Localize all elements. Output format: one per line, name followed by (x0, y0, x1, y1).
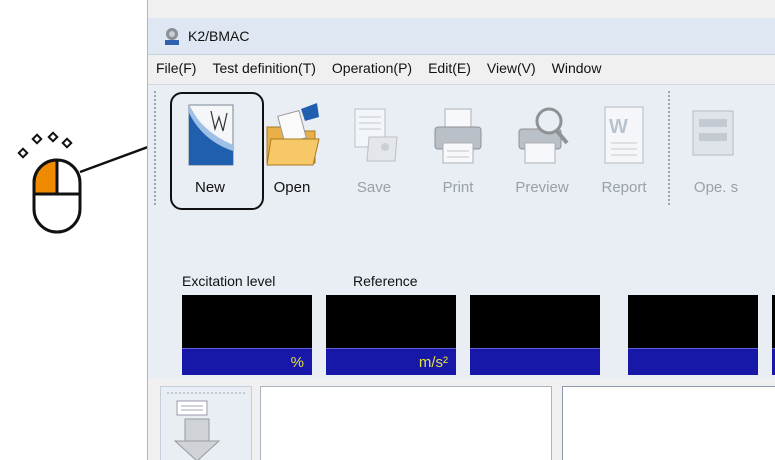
window-title: K2/BMAC (188, 28, 250, 44)
meter-3 (470, 295, 600, 375)
toolbar-grip[interactable] (668, 91, 674, 205)
svg-text:W: W (609, 116, 628, 138)
print-preview-icon (518, 107, 569, 164)
operation-icon (692, 110, 734, 156)
meter-unit-bar (470, 348, 600, 375)
report-button[interactable]: W Report (592, 95, 656, 207)
preview-button[interactable]: Preview (510, 95, 574, 207)
meter-panel: Excitation level Reference % m/s² (148, 211, 775, 378)
download-arrow-icon[interactable] (161, 387, 251, 460)
menu-window[interactable]: Window (544, 60, 610, 76)
word-report-icon: W (604, 106, 644, 164)
excitation-level-label: Excitation level (182, 273, 276, 289)
app-window: K2/BMAC File(F) Test definition(T) Opera… (147, 0, 775, 460)
ope-button[interactable]: Ope. s (684, 95, 748, 207)
title-bar: K2/BMAC (148, 18, 775, 55)
right-pane[interactable] (562, 386, 775, 460)
reference-label: Reference (353, 273, 418, 289)
meter-unit-ms2: m/s² (418, 354, 448, 371)
workspace (148, 378, 775, 460)
open-button[interactable]: Open (260, 95, 324, 207)
new-button-highlight (170, 92, 264, 210)
print-button[interactable]: Print (426, 95, 490, 207)
meter-4 (628, 295, 758, 375)
meter-unit-percent: % (290, 354, 304, 371)
menu-edit[interactable]: Edit(E) (420, 60, 479, 76)
report-button-label: Report (601, 179, 647, 196)
open-folder-icon (266, 103, 320, 166)
save-button[interactable]: Save (342, 95, 406, 207)
menu-bar: File(F) Test definition(T) Operation(P) … (148, 55, 775, 81)
menu-view[interactable]: View(V) (479, 60, 544, 76)
open-button-label: Open (273, 179, 311, 196)
ope-button-label: Ope. s (693, 179, 739, 196)
menu-file[interactable]: File(F) (148, 60, 204, 76)
bmac-app-icon (165, 28, 179, 45)
printer-icon (434, 108, 482, 164)
reference-meter: m/s² (326, 295, 456, 375)
side-toolbar (160, 386, 252, 460)
save-button-label: Save (356, 179, 392, 196)
menu-test-definition[interactable]: Test definition(T) (204, 60, 323, 76)
excitation-level-meter: % (182, 295, 312, 375)
meter-unit-bar: % (182, 348, 312, 375)
menu-operation[interactable]: Operation(P) (324, 60, 420, 76)
print-button-label: Print (442, 179, 474, 196)
preview-button-label: Preview (515, 179, 569, 196)
meter-unit-bar: m/s² (326, 348, 456, 375)
left-pane[interactable] (260, 386, 552, 460)
toolbar-grip[interactable] (154, 91, 160, 205)
save-icon (354, 108, 398, 162)
meter-unit-bar (628, 348, 758, 375)
